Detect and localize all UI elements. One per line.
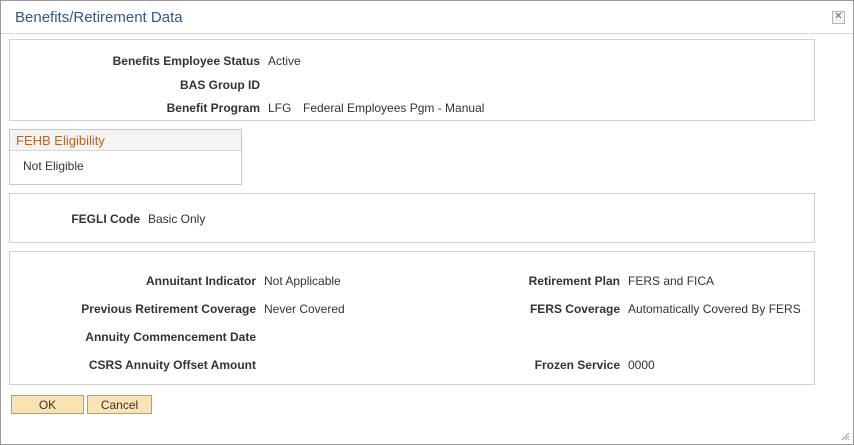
fegli-code-value: Basic Only: [148, 212, 206, 226]
benefits-employee-status-value: Active: [268, 54, 301, 68]
benefits-employee-status-label: Benefits Employee Status: [112, 54, 260, 68]
annuity-commencement-date-label: Annuity Commencement Date: [85, 330, 256, 344]
benefits-retirement-dialog: Benefits/Retirement Data ✕ Benefits Empl…: [0, 0, 854, 445]
fegli-code-label: FEGLI Code: [71, 212, 140, 226]
previous-retirement-coverage-label: Previous Retirement Coverage: [81, 302, 256, 316]
annuitant-indicator-value: Not Applicable: [264, 274, 341, 288]
benefit-program-label: Benefit Program: [166, 101, 260, 115]
benefit-program-code: LFG: [268, 101, 292, 115]
fehb-eligibility-group: FEHB Eligibility Not Eligible: [9, 129, 242, 185]
fers-coverage-label: FERS Coverage: [529, 302, 620, 316]
title-divider: [1, 33, 853, 34]
fegli-section: FEGLI Code Basic Only: [9, 193, 815, 243]
benefit-program-description: Federal Employees Pgm - Manual: [303, 101, 485, 115]
retirement-plan-value: FERS and FICA: [628, 274, 715, 288]
csrs-annuity-offset-label: CSRS Annuity Offset Amount: [88, 358, 256, 372]
retirement-section: Annuitant Indicator Not Applicable Previ…: [9, 251, 815, 385]
cancel-button[interactable]: Cancel: [87, 395, 152, 414]
dialog-title: Benefits/Retirement Data: [15, 9, 183, 26]
retirement-plan-label: Retirement Plan: [528, 274, 620, 288]
fehb-eligibility-header: FEHB Eligibility: [10, 130, 241, 151]
previous-retirement-coverage-value: Never Covered: [264, 302, 345, 316]
resize-grip-icon[interactable]: [840, 431, 850, 441]
fers-coverage-value: Automatically Covered By FERS: [628, 302, 801, 316]
bas-group-id-label: BAS Group ID: [180, 78, 260, 92]
dialog-titlebar: Benefits/Retirement Data ✕: [1, 1, 853, 33]
fehb-eligibility-title: FEHB Eligibility: [16, 133, 105, 148]
benefits-section: Benefits Employee Status Active BAS Grou…: [9, 39, 815, 121]
frozen-service-value: 0000: [628, 358, 655, 372]
fehb-eligibility-value: Not Eligible: [23, 159, 84, 173]
ok-button[interactable]: OK: [11, 395, 84, 414]
frozen-service-label: Frozen Service: [534, 358, 620, 372]
close-icon[interactable]: ✕: [832, 11, 845, 24]
annuitant-indicator-label: Annuitant Indicator: [146, 274, 256, 288]
